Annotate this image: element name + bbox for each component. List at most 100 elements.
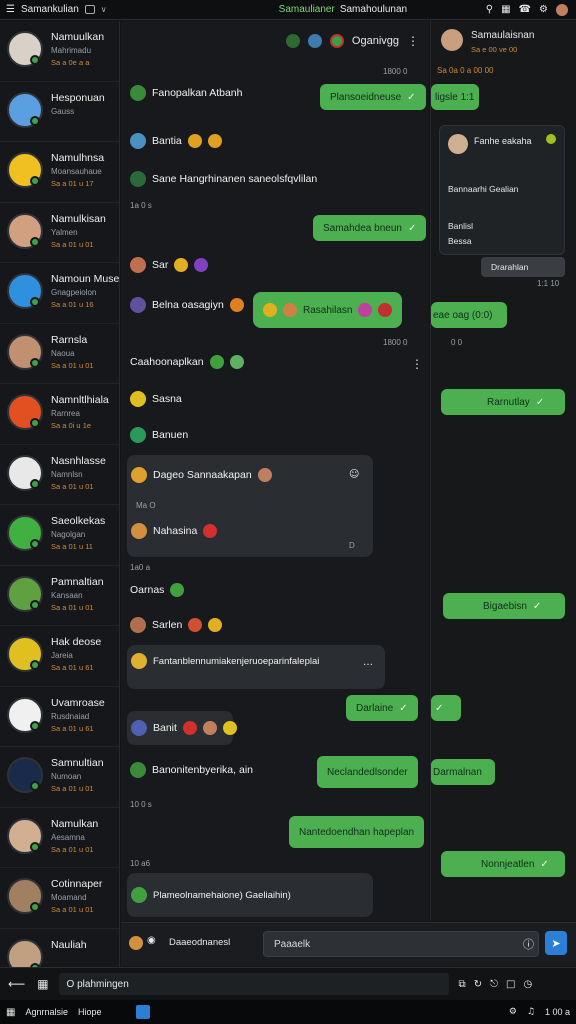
chevron-down-icon[interactable]: ∨ — [101, 5, 107, 14]
back-icon[interactable]: ⟵ — [8, 977, 25, 991]
message-card[interactable]: Plameolnamehaione) Gaeliaihin) — [127, 873, 373, 917]
message-card[interactable]: Fantanblennumiakenjeruoeparinfaleplai … — [127, 645, 385, 689]
app-icon[interactable] — [135, 1005, 150, 1019]
notification-icon[interactable] — [329, 34, 344, 48]
contact-item[interactable]: Namnltlhiala Rarnrea Sa a 0i u 1e — [0, 384, 119, 445]
message-outgoing[interactable]: Nantedoendhan hapeplan — [289, 816, 425, 848]
more-icon[interactable]: … — [363, 657, 373, 668]
more-icon[interactable]: ⋮ — [407, 34, 419, 48]
contact-name: Hak deose — [51, 636, 102, 648]
message-card[interactable]: Dageo Sannaakapan ☺ Ma O Nahasina D — [127, 455, 373, 557]
contact-item[interactable]: Namulhnsa Moansauhaue Sa a 01 u 17 — [0, 142, 119, 203]
tab-other[interactable]: Samahoulunan — [340, 4, 407, 15]
message-outgoing[interactable]: ligsle 1:1 — [431, 84, 479, 110]
save-icon[interactable]: □ — [506, 979, 515, 990]
message-outgoing[interactable]: Darlaine ✓ — [346, 695, 418, 721]
message-outgoing[interactable]: ✓ — [431, 695, 461, 721]
info-card[interactable]: Fanhe eakaha Bannaarhi Gealian Banlisl B… — [439, 125, 565, 255]
emoji-button[interactable] — [129, 936, 143, 950]
contact-item[interactable]: Nasnhlasse Namnlsn Sa a 01 u 01 — [0, 445, 119, 505]
message-incoming[interactable]: Sasna — [130, 391, 182, 407]
contact-subtitle: Gauss — [51, 106, 75, 116]
emoji-icon — [207, 134, 222, 148]
check-icon: ✓ — [532, 600, 542, 612]
contact-subtitle: Numoan — [51, 772, 82, 781]
message-outgoing[interactable]: Nonnjeatlen ✓ — [441, 851, 565, 877]
message-outgoing[interactable]: Darmalnan — [431, 759, 495, 785]
start-icon[interactable]: ▦ — [6, 1007, 15, 1018]
profile-avatar[interactable] — [556, 3, 568, 16]
contact-item[interactable]: Pamnaltian Kansaan Sa a 01 u 01 — [0, 566, 119, 626]
timer-icon[interactable]: ◷ — [523, 979, 532, 990]
message-incoming[interactable]: Fanopalkan Atbanh — [130, 85, 243, 101]
menu-icon[interactable]: ☰ — [6, 4, 15, 15]
message-outgoing[interactable]: Rasahilasn — [253, 292, 403, 328]
contact-meta: Sa a 01 u 16 — [51, 300, 94, 309]
contact-item[interactable]: Namulkan Aesamna Sa a 01 u 01 — [0, 808, 119, 868]
more-icon[interactable]: ⋮ — [411, 357, 423, 371]
grid-icon[interactable]: ▦ — [501, 4, 510, 15]
attach-icon[interactable]: ◉ — [147, 935, 156, 946]
clock: 1 00 a — [544, 1007, 570, 1017]
online-badge — [30, 418, 40, 428]
contact-item[interactable]: Cotinnaper Moamand Sa a 01 u 01 — [0, 868, 119, 929]
message-input[interactable]: Paaaelk — [263, 931, 539, 957]
contact-item[interactable]: Namuulkan Mahrimadu Sa a 0e a a — [0, 21, 119, 82]
online-badge — [30, 720, 40, 731]
message-card[interactable]: Banit — [127, 711, 237, 745]
message-incoming[interactable]: Sar — [130, 257, 209, 273]
message-incoming[interactable]: Sarlen — [130, 617, 223, 633]
taskbar-item[interactable]: Agnrnalsie — [25, 1007, 68, 1017]
info-icon[interactable]: ⓘ — [523, 936, 534, 952]
contact-item[interactable]: Rarnsla Naoua Sa a 01 u 01 — [0, 324, 119, 384]
contact-item[interactable]: Samnultian Numoan Sa a 01 u 01 — [0, 747, 119, 808]
copy-icon[interactable]: ⧉ — [459, 979, 466, 990]
play-icon[interactable] — [285, 34, 300, 48]
contact-item[interactable]: Nauliah — [0, 929, 119, 967]
emoji-icon — [208, 618, 223, 632]
message-incoming[interactable]: Oarnas — [130, 583, 185, 597]
phone-icon[interactable]: ☎ — [519, 4, 531, 15]
timestamp: 0 0 — [451, 338, 463, 347]
settings-icon[interactable]: ⚙ — [539, 4, 548, 15]
message-incoming[interactable]: Banuen — [130, 427, 188, 443]
message-incoming[interactable]: Belna oasagiyn — [130, 297, 244, 313]
globe-icon[interactable] — [307, 34, 322, 48]
network-icon[interactable]: ⚙ — [509, 1007, 517, 1017]
message-outgoing[interactable]: Bigaebisn ✓ — [443, 593, 565, 619]
search-icon[interactable]: ⚲ — [486, 4, 493, 15]
message-outgoing[interactable]: Samahdea bneun ✓ — [313, 215, 427, 241]
contact-meta: Sa a 01 u 01 — [51, 844, 94, 854]
contact-item[interactable]: Hak deose Jareia Sa a 01 u 61 — [0, 626, 119, 687]
taskbar-item[interactable]: Hiope — [78, 1007, 102, 1017]
message-outgoing[interactable]: Rarnutlay ✓ — [441, 389, 565, 415]
avatar — [130, 257, 146, 273]
status-chip[interactable]: Drarahlan — [481, 257, 565, 277]
contact-item[interactable]: Hesponuan Gauss — [0, 82, 119, 142]
grid-icon[interactable]: ▦ — [37, 977, 48, 991]
message-incoming[interactable]: Banonitenbyerika, ain — [130, 762, 253, 778]
contact-item[interactable]: Uvamroase Rusdnaiad Sa a 01 u 61 — [0, 687, 119, 747]
send-button[interactable]: ➤ — [545, 931, 567, 955]
message-outgoing[interactable]: Plansoeidneuse ✓ — [320, 84, 426, 110]
contact-item[interactable]: Namulkisan Yalmen Sa a 01 u 01 — [0, 203, 119, 263]
contact-subtitle: Namnlsn — [51, 469, 83, 479]
message-incoming[interactable]: Sane Hangrhinanen saneolsfqvlilan — [130, 171, 317, 187]
emoji-icon — [222, 721, 237, 735]
window-icon[interactable] — [84, 5, 95, 14]
tab-active[interactable]: Samaulianer — [279, 4, 335, 15]
share-icon[interactable]: ⎋ — [490, 979, 498, 990]
message-outgoing[interactable]: eae oag (0:0) — [431, 302, 507, 328]
avatar — [130, 171, 146, 187]
contact-item[interactable]: Saeolkekas Nagolgan Sa a 01 u 11 — [0, 505, 119, 566]
timestamp: 1:1 10 — [537, 279, 560, 288]
volume-icon[interactable]: ♫ — [527, 1007, 535, 1017]
contact-item[interactable]: Namoun Muse Gnagpeiolon Sa a 01 u 16 — [0, 263, 119, 324]
avatar — [441, 29, 463, 51]
search-input[interactable]: O plahmingen — [58, 973, 449, 995]
message-incoming[interactable]: Bantia — [130, 133, 222, 149]
message-outgoing[interactable]: Neclandedlsonder — [317, 756, 418, 788]
avatar — [448, 134, 468, 154]
reaction-icon[interactable]: ☺ — [349, 469, 359, 480]
refresh-icon[interactable]: ↻ — [474, 979, 482, 990]
